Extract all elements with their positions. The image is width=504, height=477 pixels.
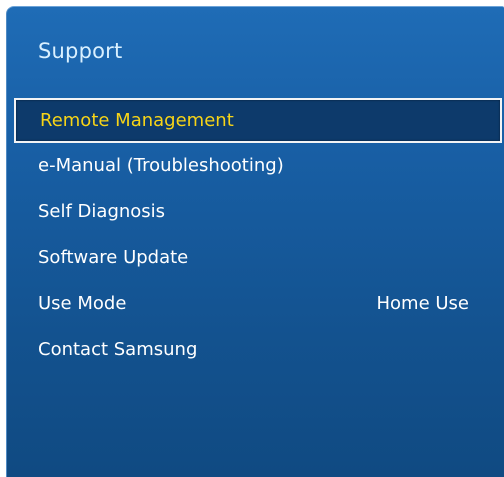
menu-item-label: Use Mode: [38, 293, 127, 314]
menu-item-self-diagnosis[interactable]: Self Diagnosis: [7, 189, 504, 235]
menu-item-remote-management[interactable]: Remote Management: [14, 98, 502, 143]
menu-item-label: Software Update: [38, 247, 189, 268]
support-menu-panel: Support Remote Management e-Manual (Trou…: [6, 6, 504, 477]
menu-item-label: e-Manual (Troubleshooting): [38, 155, 284, 176]
menu-item-e-manual-troubleshooting[interactable]: e-Manual (Troubleshooting): [7, 143, 504, 189]
menu-item-label: Self Diagnosis: [38, 201, 166, 222]
menu-item-use-mode[interactable]: Use Mode Home Use: [7, 281, 504, 327]
support-menu-list: Remote Management e-Manual (Troubleshoot…: [7, 98, 504, 373]
screen: Support Remote Management e-Manual (Trou…: [0, 0, 504, 477]
use-mode-value: Home Use: [376, 293, 469, 314]
menu-title: Support: [38, 39, 123, 63]
menu-item-label: Remote Management: [40, 110, 234, 131]
menu-item-software-update[interactable]: Software Update: [7, 235, 504, 281]
menu-item-label: Contact Samsung: [38, 339, 198, 360]
menu-item-contact-samsung[interactable]: Contact Samsung: [7, 327, 504, 373]
